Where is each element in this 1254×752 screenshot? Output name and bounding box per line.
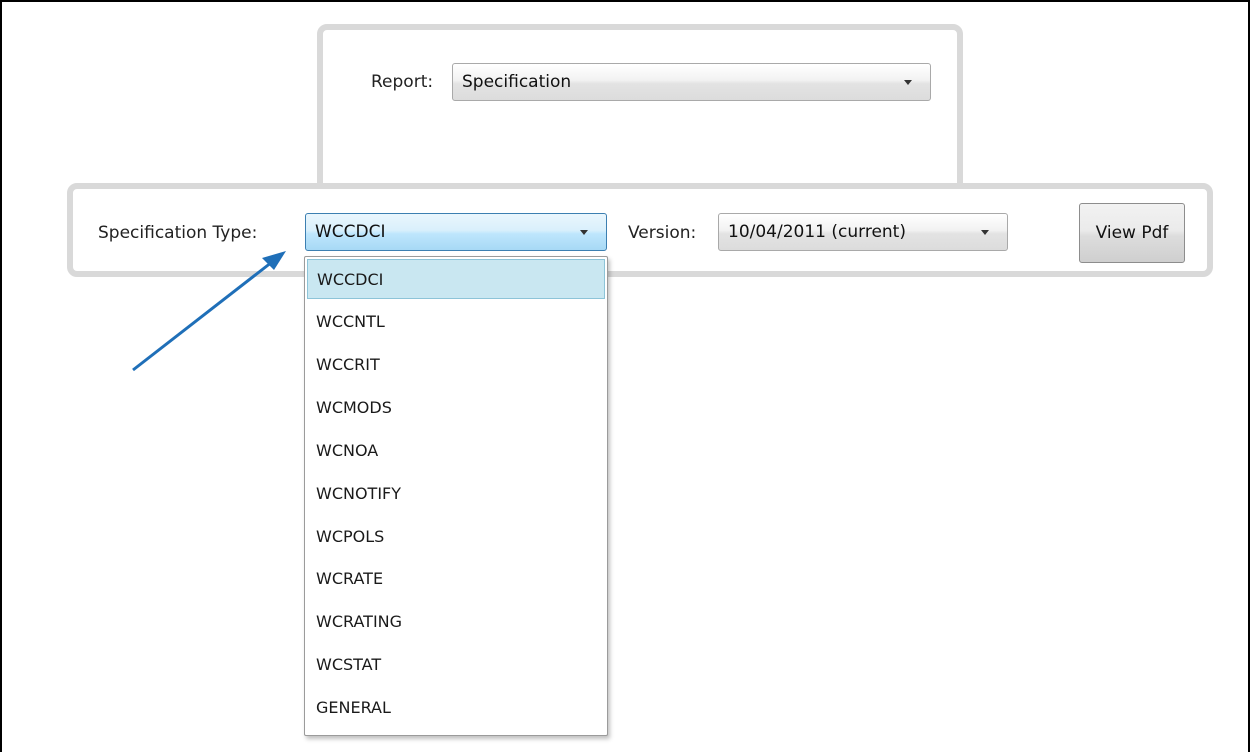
chevron-down-icon	[981, 230, 989, 235]
specification-type-label: Specification Type:	[98, 223, 258, 243]
dropdown-item[interactable]: WCMODS	[307, 388, 605, 428]
dropdown-item[interactable]: WCCRIT	[307, 345, 605, 385]
dropdown-item[interactable]: WCRATING	[307, 602, 605, 642]
version-select-value: 10/04/2011 (current)	[728, 222, 906, 242]
dropdown-item[interactable]: WCPOLS	[307, 517, 605, 557]
specification-type-dropdown: WCCDCI WCCNTL WCCRIT WCMODS WCNOA WCNOTI…	[304, 256, 608, 736]
dropdown-item[interactable]: WCCDCI	[307, 259, 605, 299]
report-select[interactable]: Specification	[452, 63, 931, 101]
specification-type-value: WCCDCI	[315, 222, 386, 242]
dropdown-item[interactable]: WCCNTL	[307, 302, 605, 342]
version-select[interactable]: 10/04/2011 (current)	[718, 213, 1008, 251]
chevron-down-icon	[580, 230, 588, 235]
chevron-down-icon	[904, 80, 912, 85]
dropdown-item[interactable]: WCNOA	[307, 431, 605, 471]
report-panel	[317, 24, 963, 200]
dropdown-item[interactable]: WCRATE	[307, 559, 605, 599]
dropdown-item[interactable]: WCSTAT	[307, 645, 605, 685]
version-label: Version:	[628, 223, 697, 243]
view-pdf-button[interactable]: View Pdf	[1079, 203, 1185, 263]
specification-type-select[interactable]: WCCDCI	[305, 213, 607, 251]
dropdown-item[interactable]: GENERAL	[307, 688, 605, 728]
report-label: Report:	[371, 72, 434, 92]
dropdown-item[interactable]: WCNOTIFY	[307, 474, 605, 514]
report-select-value: Specification	[462, 72, 572, 92]
